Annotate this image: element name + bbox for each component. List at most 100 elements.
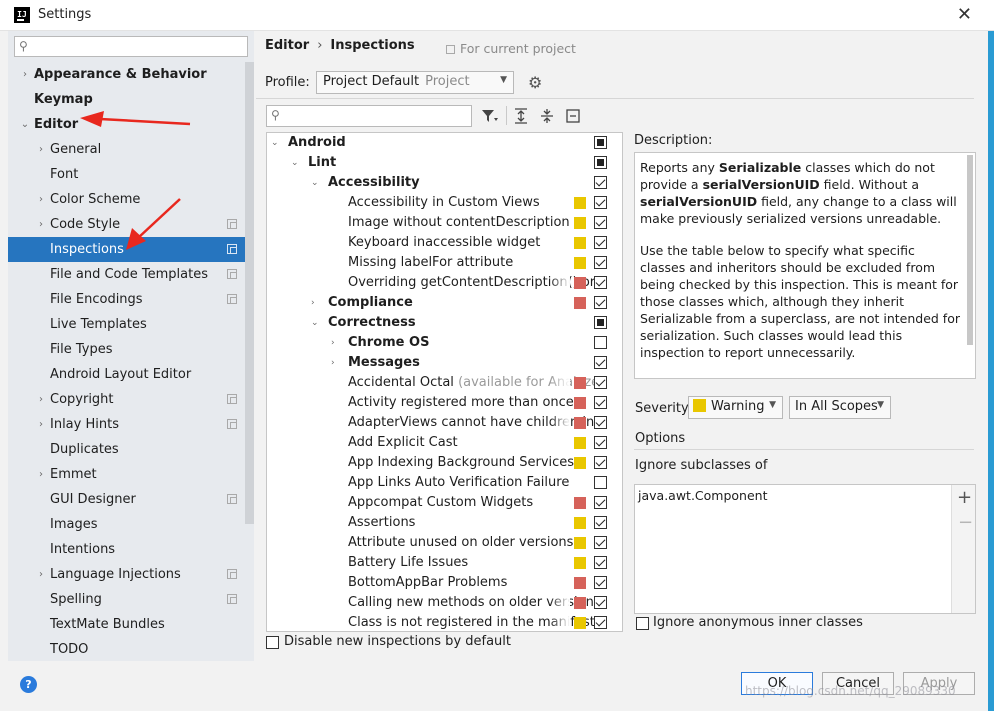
inspection-row[interactable]: Attribute unused on older versions (267, 533, 622, 553)
chevron-down-icon[interactable]: ⌄ (20, 112, 30, 137)
sidebar-item-todo[interactable]: TODO (8, 637, 254, 662)
inspection-checkbox[interactable] (594, 196, 607, 209)
add-icon[interactable]: + (957, 487, 972, 508)
inspection-row[interactable]: Accidental Octal (available for Analyze (267, 373, 622, 393)
sidebar-item-emmet[interactable]: › Emmet (8, 462, 254, 487)
disable-new-inspections-checkbox[interactable] (266, 636, 279, 649)
sidebar-item-intentions[interactable]: Intentions (8, 537, 254, 562)
inspection-row[interactable]: Image without contentDescription (267, 213, 622, 233)
inspection-checkbox[interactable] (594, 376, 607, 389)
inspection-checkbox[interactable] (594, 316, 607, 329)
inspection-search-input[interactable]: ⚲ (266, 105, 472, 127)
chevron-right-icon[interactable]: › (331, 333, 335, 353)
description-scrollbar[interactable] (967, 155, 973, 345)
sidebar-item-copyright[interactable]: › Copyright (8, 387, 254, 412)
sidebar-item-keymap[interactable]: Keymap (8, 87, 254, 112)
inspection-checkbox[interactable] (594, 176, 607, 189)
chevron-right-icon[interactable]: › (36, 462, 46, 487)
severity-dropdown[interactable]: Warning ▼ (688, 396, 783, 419)
ignore-anonymous-checkbox[interactable] (636, 617, 649, 630)
inspection-checkbox[interactable] (594, 136, 607, 149)
chevron-down-icon[interactable]: ⌄ (311, 313, 319, 333)
chevron-down-icon[interactable]: ⌄ (311, 173, 319, 193)
profile-dropdown[interactable]: Project Default Project ▼ (316, 71, 514, 94)
sidebar-item-android-layout-editor[interactable]: Android Layout Editor (8, 362, 254, 387)
chevron-right-icon[interactable]: › (36, 212, 46, 237)
inspection-checkbox[interactable] (594, 496, 607, 509)
inspection-row[interactable]: BottomAppBar Problems (267, 573, 622, 593)
sidebar-item-language-injections[interactable]: › Language Injections (8, 562, 254, 587)
inspection-checkbox[interactable] (594, 276, 607, 289)
sidebar-item-general[interactable]: › General (8, 137, 254, 162)
inspection-row[interactable]: AdapterViews cannot have children in (267, 413, 622, 433)
close-icon[interactable]: ✕ (957, 4, 972, 25)
inspection-checkbox[interactable] (594, 356, 607, 369)
remove-icon[interactable]: − (958, 512, 973, 533)
chevron-right-icon[interactable]: › (20, 62, 30, 87)
inspection-checkbox[interactable] (594, 596, 607, 609)
chevron-right-icon[interactable]: › (36, 137, 46, 162)
sidebar-item-gui-designer[interactable]: GUI Designer (8, 487, 254, 512)
inspection-checkbox[interactable] (594, 296, 607, 309)
gear-icon[interactable]: ⚙ (528, 73, 542, 92)
chevron-right-icon[interactable]: › (331, 353, 335, 373)
inspection-checkbox[interactable] (594, 576, 607, 589)
inspection-row[interactable]: Battery Life Issues (267, 553, 622, 573)
inspection-checkbox[interactable] (594, 396, 607, 409)
chevron-right-icon[interactable]: › (36, 412, 46, 437)
inspection-row[interactable]: App Indexing Background Services (267, 453, 622, 473)
inspection-checkbox[interactable] (594, 256, 607, 269)
sidebar-item-images[interactable]: Images (8, 512, 254, 537)
inspection-checkbox[interactable] (594, 156, 607, 169)
sidebar-item-appearance-behavior[interactable]: › Appearance & Behavior (8, 62, 254, 87)
chevron-down-icon[interactable]: ⌄ (291, 153, 299, 173)
sidebar-item-file-encodings[interactable]: File Encodings (8, 287, 254, 312)
expand-all-icon[interactable] (514, 108, 528, 124)
sidebar-item-duplicates[interactable]: Duplicates (8, 437, 254, 462)
inspection-checkbox[interactable] (594, 456, 607, 469)
chevron-right-icon[interactable]: › (36, 187, 46, 212)
inspection-checkbox[interactable] (594, 216, 607, 229)
chevron-right-icon[interactable]: › (36, 562, 46, 587)
sidebar-item-file-types[interactable]: File Types (8, 337, 254, 362)
collapse-all-icon[interactable] (540, 108, 554, 124)
inspection-row[interactable]: Assertions (267, 513, 622, 533)
sidebar-item-inlay-hints[interactable]: › Inlay Hints (8, 412, 254, 437)
inspection-row[interactable]: ⌄ Lint (267, 153, 622, 173)
inspection-row[interactable]: Activity registered more than once (267, 393, 622, 413)
chevron-right-icon[interactable]: › (36, 387, 46, 412)
scope-dropdown[interactable]: In All Scopes ▼ (789, 396, 891, 419)
sidebar-item-spelling[interactable]: Spelling (8, 587, 254, 612)
breadcrumb-editor[interactable]: Editor (265, 38, 309, 53)
sidebar-item-live-templates[interactable]: Live Templates (8, 312, 254, 337)
inspection-checkbox[interactable] (594, 336, 607, 349)
help-icon[interactable]: ? (20, 676, 37, 693)
reset-icon[interactable] (566, 108, 580, 124)
inspection-row[interactable]: Missing labelFor attribute (267, 253, 622, 273)
sidebar-item-font[interactable]: Font (8, 162, 254, 187)
inspection-checkbox[interactable] (594, 556, 607, 569)
inspection-checkbox[interactable] (594, 616, 607, 629)
inspection-row[interactable]: › Compliance (267, 293, 622, 313)
inspection-checkbox[interactable] (594, 236, 607, 249)
inspection-row[interactable]: Appcompat Custom Widgets (267, 493, 622, 513)
inspection-row[interactable]: › Chrome OS (267, 333, 622, 353)
inspection-checkbox[interactable] (594, 536, 607, 549)
inspection-row[interactable]: Add Explicit Cast (267, 433, 622, 453)
inspection-row[interactable]: Class is not registered in the manifest (267, 613, 622, 631)
inspection-checkbox[interactable] (594, 416, 607, 429)
sidebar-search-input[interactable]: ⚲ (14, 36, 248, 57)
sidebar-scrollbar[interactable] (245, 62, 254, 524)
inspection-row[interactable]: Keyboard inaccessible widget (267, 233, 622, 253)
sidebar-item-file-and-code-templates[interactable]: File and Code Templates (8, 262, 254, 287)
inspection-checkbox[interactable] (594, 476, 607, 489)
chevron-right-icon[interactable]: › (311, 293, 315, 313)
inspection-row[interactable]: › Messages (267, 353, 622, 373)
list-item[interactable]: java.awt.Component (638, 488, 768, 503)
inspection-row[interactable]: Overriding getContentDescription() or (267, 273, 622, 293)
inspection-row[interactable]: App Links Auto Verification Failure (267, 473, 622, 493)
chevron-down-icon[interactable]: ⌄ (271, 133, 279, 153)
inspection-row[interactable]: ⌄ Correctness (267, 313, 622, 333)
inspection-row[interactable]: ⌄ Accessibility (267, 173, 622, 193)
filter-icon[interactable] (481, 109, 499, 123)
